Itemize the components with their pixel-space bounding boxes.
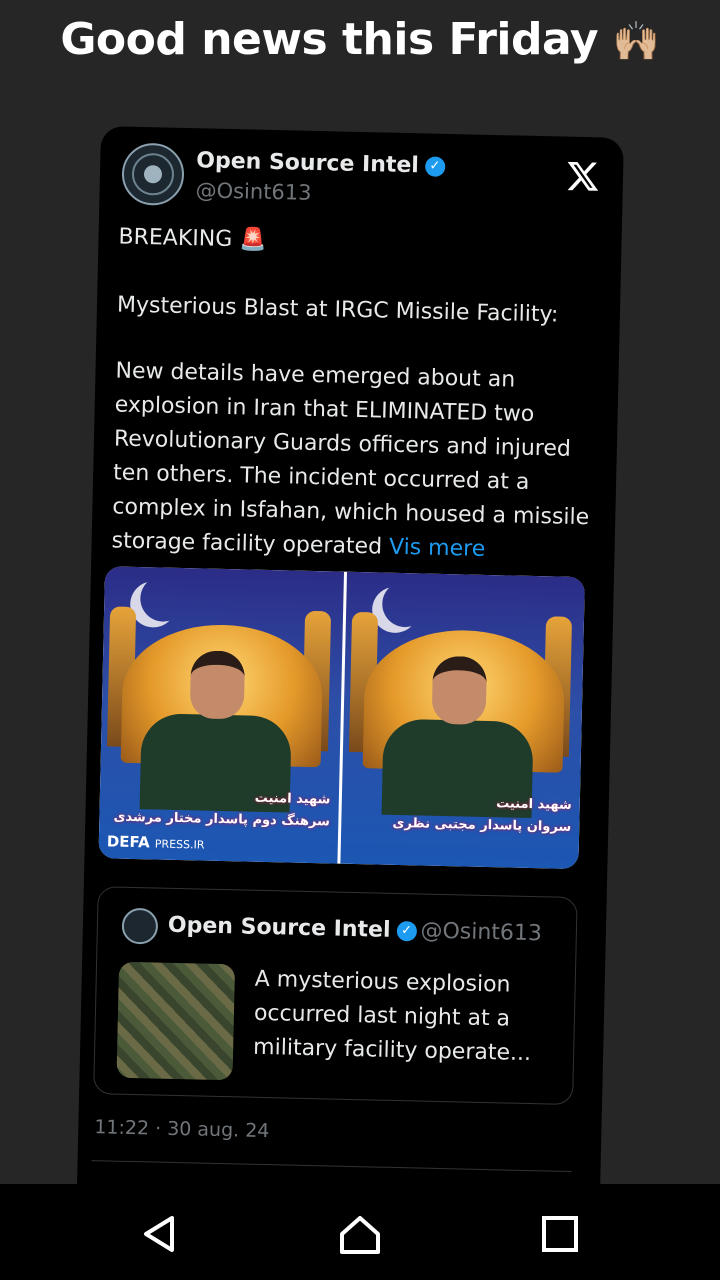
quoted-author-handle: @Osint613	[420, 918, 543, 947]
verified-badge-icon: ✓	[424, 156, 446, 177]
divider	[91, 1160, 572, 1173]
moon-graphic	[140, 575, 187, 622]
media-image-right[interactable]: شهید امنیت سروان پاسدار مجتبی نظری	[339, 571, 585, 870]
quoted-tweet[interactable]: Open Source Intel ✓ @Osint613 A mysterious…	[93, 886, 578, 1106]
source-watermark: DEFA PRESS.IR	[107, 832, 205, 852]
tweet-timestamp[interactable]: 11:22 · 30 aug. 24	[94, 1116, 270, 1142]
tweet-body-text: New details have emerged about an explos…	[111, 358, 590, 560]
show-more-link[interactable]: Vis mere	[389, 535, 486, 562]
author-handle[interactable]: @Osint613	[195, 178, 311, 205]
image-caption: شهید امنیت سرهنگ دوم پاسدار مختار مرشدی	[113, 785, 330, 834]
recent-apps-icon[interactable]	[538, 1212, 582, 1256]
back-icon[interactable]	[138, 1212, 182, 1256]
face	[189, 650, 246, 720]
verified-badge-icon: ✓	[396, 920, 417, 942]
officer-portrait	[139, 649, 293, 813]
media-image-left[interactable]: شهید امنیت سرهنگ دوم پاسدار مختار مرشدی …	[98, 566, 344, 864]
caption-text: Good news this Friday	[60, 14, 599, 65]
x-logo-icon[interactable]	[566, 159, 601, 194]
home-icon[interactable]	[338, 1212, 382, 1256]
tweet-line-headline: Mysterious Blast at IRGC Missile Facilit…	[116, 292, 559, 328]
tweet-media[interactable]: شهید امنیت سرهنگ دوم پاسدار مختار مرشدی …	[98, 566, 585, 870]
author-avatar[interactable]	[121, 142, 185, 206]
author-name[interactable]: Open Source Intel ✓	[196, 148, 446, 179]
quoted-author[interactable]: Open Source Intel ✓ @Osint613	[168, 913, 543, 946]
officer-portrait	[381, 655, 534, 818]
caption: Good news this Friday 🙌🏼	[0, 14, 720, 65]
moon-graphic	[381, 581, 428, 628]
source-brand: DEFA	[106, 832, 150, 852]
quoted-text: A mysterious explosion occurred last nig…	[252, 966, 532, 1067]
tweet-card[interactable]: Open Source Intel ✓ @Osint613 BREAKING 🚨 …	[75, 126, 624, 1278]
source-domain: PRESS.IR	[154, 837, 205, 852]
image-caption: شهید امنیت سروان پاسدار مجتبی نظری	[392, 791, 572, 839]
android-nav-bar	[0, 1184, 720, 1280]
author-name-text: Open Source Intel	[196, 148, 420, 179]
raised-hands-emoji: 🙌🏼	[612, 19, 660, 63]
quoted-thumbnail[interactable]	[116, 961, 236, 1081]
quoted-author-name: Open Source Intel	[167, 912, 391, 943]
quoted-author-avatar[interactable]	[121, 907, 159, 945]
image-caption-line: سرهنگ دوم پاسدار مختار مرشدی	[113, 809, 331, 830]
image-caption-line: سروان پاسدار مجتبی نظری	[392, 815, 572, 835]
tweet-line-breaking: BREAKING 🚨	[118, 224, 267, 253]
face	[431, 655, 487, 725]
tweet-body: New details have emerged about an explos…	[111, 354, 601, 569]
